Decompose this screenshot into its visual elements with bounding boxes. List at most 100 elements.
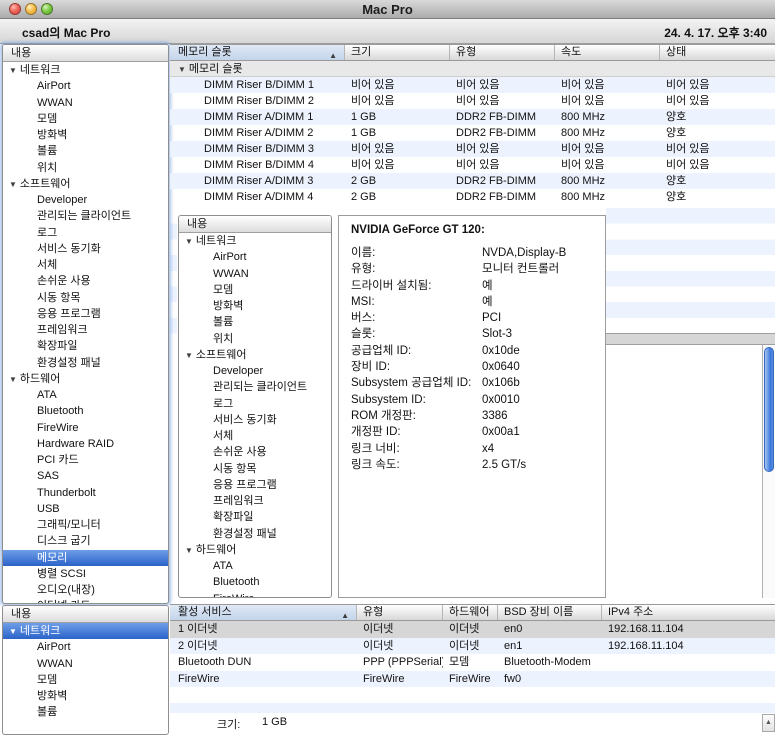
sidebar-item[interactable]: Developer <box>179 363 331 379</box>
sidebar-item[interactable]: Bluetooth <box>3 403 168 419</box>
sidebar-item[interactable]: ▼네트워크 <box>3 62 168 78</box>
sidebar-item[interactable]: WWAN <box>3 95 168 111</box>
sidebar-item[interactable]: 모뎀 <box>3 672 168 688</box>
sidebar-item[interactable]: 이더넷 카드 <box>3 598 168 604</box>
disclosure-triangle-icon[interactable]: ▼ <box>9 375 17 384</box>
sidebar-item[interactable]: 응용 프로그램 <box>3 306 168 322</box>
column-header-type[interactable]: 유형 <box>357 605 443 620</box>
table-row[interactable]: ▼메모리 슬롯 <box>170 61 775 77</box>
sidebar-item[interactable]: ATA <box>179 558 331 574</box>
sidebar-item[interactable]: 시동 항목 <box>179 461 331 477</box>
column-header-size[interactable]: 크기 <box>345 45 450 60</box>
sidebar-item[interactable]: 서체 <box>3 257 168 273</box>
sidebar-item[interactable]: AirPort <box>3 639 168 655</box>
contents-pane-header[interactable]: 내용 <box>179 216 331 233</box>
sidebar-item[interactable]: 시동 항목 <box>3 290 168 306</box>
sidebar-item[interactable]: 볼륨 <box>3 704 168 720</box>
sidebar-item[interactable]: 메모리 <box>3 550 168 566</box>
column-header-active-service[interactable]: 활성 서비스▲ <box>170 605 357 620</box>
sidebar-item[interactable]: 환경설정 패널 <box>3 355 168 371</box>
sidebar-item[interactable]: Hardware RAID <box>3 436 168 452</box>
sidebar-item[interactable]: 손쉬운 사용 <box>3 273 168 289</box>
sidebar-item[interactable]: 디스크 굽기 <box>3 533 168 549</box>
sidebar-item[interactable]: Thunderbolt <box>3 485 168 501</box>
sidebar-item[interactable]: FireWire <box>179 591 331 599</box>
sidebar-item[interactable]: 방화벽 <box>179 298 331 314</box>
contents-pane-header[interactable]: 내용 <box>3 606 168 623</box>
sidebar-item[interactable]: 프레임워크 <box>3 322 168 338</box>
sidebar-item[interactable]: ▼네트워크 <box>3 623 168 639</box>
sidebar-item[interactable]: USB <box>3 501 168 517</box>
table-row[interactable]: Bluetooth DUN PPP (PPPSerial) 모뎀 Bluetoo… <box>170 654 775 671</box>
disclosure-triangle-icon[interactable]: ▼ <box>9 66 17 75</box>
sidebar-item[interactable]: 서비스 동기화 <box>179 412 331 428</box>
sidebar-item[interactable]: SAS <box>3 468 168 484</box>
sidebar-item[interactable]: 볼륨 <box>3 143 168 159</box>
table-row[interactable]: DIMM Riser A/DIMM 4 2 GB DDR2 FB-DIMM 80… <box>170 189 775 205</box>
disclosure-triangle-icon[interactable]: ▼ <box>9 627 17 636</box>
disclosure-triangle-icon[interactable]: ▼ <box>185 237 193 246</box>
column-header-ipv4[interactable]: IPv4 주소 <box>602 605 775 620</box>
sidebar-item[interactable]: ▼소프트웨어 <box>179 347 331 363</box>
sidebar-item[interactable]: 관리되는 클라이언트 <box>179 379 331 395</box>
table-row[interactable]: 2 이더넷 이더넷 이더넷 en1 192.168.11.104 <box>170 638 775 655</box>
column-header-memory-slot[interactable]: 메모리 슬롯▲ <box>170 45 345 60</box>
sidebar-item[interactable]: 위치 <box>179 331 331 347</box>
table-row[interactable]: DIMM Riser B/DIMM 1 비어 있음 비어 있음 비어 있음 비어… <box>170 77 775 93</box>
sidebar-item[interactable]: 모뎀 <box>3 111 168 127</box>
sidebar-item[interactable]: PCI 카드 <box>3 452 168 468</box>
sidebar-item[interactable]: FireWire <box>3 420 168 436</box>
sidebar-item[interactable]: AirPort <box>3 78 168 94</box>
vertical-scrollbar[interactable] <box>762 345 775 598</box>
sidebar-item[interactable]: 환경설정 패널 <box>179 526 331 542</box>
sidebar-item[interactable]: 관리되는 클라이언트 <box>3 208 168 224</box>
disclosure-triangle-icon[interactable]: ▼ <box>9 180 17 189</box>
table-row[interactable]: DIMM Riser B/DIMM 3 비어 있음 비어 있음 비어 있음 비어… <box>170 141 775 157</box>
sidebar-item[interactable]: 오디오(내장) <box>3 582 168 598</box>
scrollbar-thumb[interactable] <box>764 347 774 472</box>
sidebar-item[interactable]: AirPort <box>179 249 331 265</box>
sidebar-item[interactable]: ▼하드웨어 <box>3 371 168 387</box>
disclosure-triangle-icon[interactable]: ▼ <box>185 351 193 360</box>
column-header-hardware[interactable]: 하드웨어 <box>443 605 498 620</box>
sidebar-item[interactable]: WWAN <box>3 656 168 672</box>
sidebar-item[interactable]: ▼소프트웨어 <box>3 176 168 192</box>
sidebar-item[interactable]: ▼네트워크 <box>179 233 331 249</box>
column-header-speed[interactable]: 속도 <box>555 45 660 60</box>
table-row[interactable]: 1 이더넷 이더넷 이더넷 en0 192.168.11.104 <box>170 621 775 638</box>
disclosure-triangle-icon[interactable]: ▼ <box>185 546 193 555</box>
sidebar-item[interactable]: 프레임워크 <box>179 493 331 509</box>
sidebar-item[interactable]: 병렬 SCSI <box>3 566 168 582</box>
sidebar-item[interactable]: 그래픽/모니터 <box>3 517 168 533</box>
table-row[interactable]: DIMM Riser A/DIMM 3 2 GB DDR2 FB-DIMM 80… <box>170 173 775 189</box>
column-header-status[interactable]: 상태 <box>660 45 775 60</box>
column-header-type[interactable]: 유형 <box>450 45 555 60</box>
sidebar-item[interactable]: 응용 프로그램 <box>179 477 331 493</box>
sidebar-item[interactable]: 방화벽 <box>3 127 168 143</box>
table-row[interactable]: DIMM Riser A/DIMM 1 1 GB DDR2 FB-DIMM 80… <box>170 109 775 125</box>
scroll-up-button[interactable]: ▲ <box>762 714 775 732</box>
sidebar-item[interactable]: 로그 <box>179 396 331 412</box>
sidebar-item[interactable]: 서체 <box>179 428 331 444</box>
sidebar-item[interactable]: 방화벽 <box>3 688 168 704</box>
sidebar-item[interactable]: 확장파일 <box>3 338 168 354</box>
sidebar-item[interactable]: Developer <box>3 192 168 208</box>
sidebar-item[interactable]: 로그 <box>3 225 168 241</box>
sidebar-item[interactable]: ▼하드웨어 <box>179 542 331 558</box>
sidebar-item[interactable]: 서비스 동기화 <box>3 241 168 257</box>
table-row[interactable]: DIMM Riser B/DIMM 4 비어 있음 비어 있음 비어 있음 비어… <box>170 157 775 173</box>
sidebar-item[interactable]: Bluetooth <box>179 574 331 590</box>
column-header-bsd-device[interactable]: BSD 장비 이름 <box>498 605 602 620</box>
sidebar-item[interactable]: ATA <box>3 387 168 403</box>
table-row[interactable]: DIMM Riser A/DIMM 2 1 GB DDR2 FB-DIMM 80… <box>170 125 775 141</box>
table-row[interactable]: FireWire FireWire FireWire fw0 <box>170 671 775 688</box>
sidebar-item[interactable]: 손쉬운 사용 <box>179 444 331 460</box>
table-row[interactable]: DIMM Riser B/DIMM 2 비어 있음 비어 있음 비어 있음 비어… <box>170 93 775 109</box>
sidebar-item[interactable]: WWAN <box>179 266 331 282</box>
window-titlebar[interactable]: Mac Pro <box>0 0 775 19</box>
sidebar-item[interactable]: 볼륨 <box>179 314 331 330</box>
sidebar-item[interactable]: 모뎀 <box>179 282 331 298</box>
sidebar-item[interactable]: 확장파일 <box>179 509 331 525</box>
contents-pane-header[interactable]: 내용 <box>3 45 168 62</box>
sidebar-item[interactable]: 위치 <box>3 160 168 176</box>
